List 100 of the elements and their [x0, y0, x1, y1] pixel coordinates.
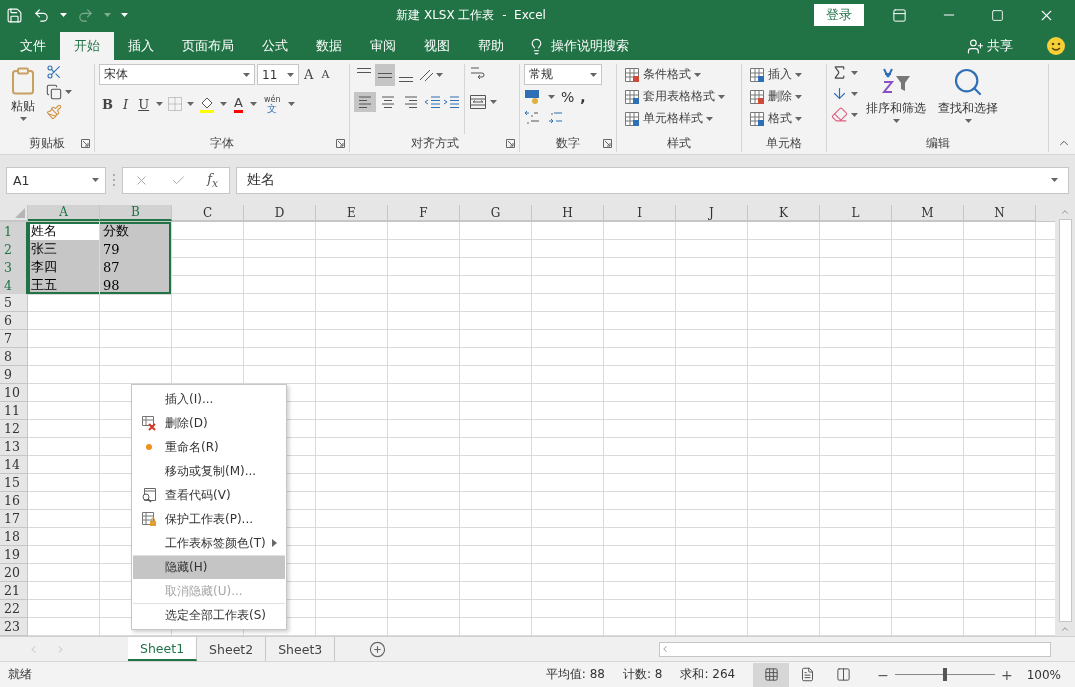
row-header[interactable]: 11 [0, 402, 28, 420]
menu-item[interactable]: 重命名(R) [133, 435, 285, 459]
align-button[interactable] [354, 92, 376, 112]
ribbon-tab[interactable]: 插入 [114, 32, 168, 60]
cells-button[interactable]: 插入 [746, 64, 805, 85]
menu-item[interactable]: 删除(D) [133, 411, 285, 435]
save-icon[interactable] [6, 6, 23, 24]
zoom-out-button[interactable]: − [871, 666, 895, 683]
find-select-button[interactable]: 查找和选择 [934, 64, 1002, 134]
column-header[interactable]: K [748, 205, 820, 221]
sort-filter-button[interactable]: 排序和筛选 [862, 64, 930, 134]
paste-button[interactable]: 粘贴 [4, 64, 42, 134]
sheet-tab[interactable]: Sheet1 [128, 637, 198, 661]
cells-button[interactable]: 删除 [746, 86, 805, 107]
row-header[interactable]: 21 [0, 582, 28, 600]
fill-bucket-icon[interactable] [198, 95, 217, 113]
name-box[interactable]: A1 [6, 166, 106, 194]
font-style-button[interactable]: U [135, 94, 153, 114]
column-header[interactable]: G [460, 205, 532, 221]
shrink-font-button[interactable]: A [318, 64, 333, 85]
row-header[interactable]: 14 [0, 456, 28, 474]
fill-down-icon[interactable] [831, 85, 848, 102]
row-header[interactable]: 6 [0, 312, 28, 330]
font-size-select[interactable]: 11 [257, 64, 299, 85]
align-button[interactable] [375, 64, 395, 86]
login-button[interactable]: 登录 [814, 4, 864, 26]
ribbon-tab[interactable]: 公式 [248, 32, 302, 60]
maximize-icon[interactable] [991, 8, 1004, 22]
horizontal-scrollbar[interactable] [659, 641, 1051, 657]
column-header[interactable]: L [820, 205, 892, 221]
drag-handle-icon[interactable] [112, 173, 116, 187]
ribbon-tab[interactable]: 页面布局 [168, 32, 248, 60]
row-header[interactable]: 22 [0, 600, 28, 618]
row-header[interactable]: 7 [0, 330, 28, 348]
column-header[interactable]: C [172, 205, 244, 221]
ribbon-tab[interactable]: 审阅 [356, 32, 410, 60]
scissors-icon[interactable] [46, 64, 62, 80]
ribbon-tab[interactable]: 数据 [302, 32, 356, 60]
row-header[interactable]: 23 [0, 618, 28, 636]
row-header[interactable]: 5 [0, 294, 28, 312]
style-button[interactable]: 单元格样式 [621, 108, 728, 129]
column-header[interactable]: E [316, 205, 388, 221]
number-format-select[interactable]: 常规 [524, 64, 602, 85]
row-header[interactable]: 10 [0, 384, 28, 402]
column-header[interactable]: J [676, 205, 748, 221]
formula-field[interactable]: 姓名 [236, 166, 1069, 194]
smiley-icon[interactable] [1047, 37, 1065, 55]
menu-item[interactable]: 查看代码(V) [133, 483, 285, 507]
launcher-icon[interactable] [81, 138, 90, 148]
normal-view-icon[interactable] [763, 667, 779, 682]
row-header[interactable]: 8 [0, 348, 28, 366]
indent-icon[interactable] [423, 94, 441, 110]
zoom-slider-thumb[interactable] [942, 668, 947, 681]
page-break-icon[interactable] [835, 667, 851, 682]
font-color-button[interactable]: A [231, 93, 246, 115]
column-header[interactable]: M [892, 205, 964, 221]
font-style-button[interactable]: B [99, 94, 116, 114]
view-button[interactable] [753, 662, 790, 687]
insert-function-button[interactable]: f$_{x}$ [207, 170, 219, 190]
ribbon-tab[interactable]: 文件 [6, 32, 60, 60]
row-header[interactable]: 15 [0, 474, 28, 492]
row-header[interactable]: 19 [0, 546, 28, 564]
person-icon[interactable] [967, 37, 984, 55]
page-layout-icon[interactable] [799, 667, 815, 682]
style-button[interactable]: 条件格式 [621, 64, 728, 85]
column-header[interactable]: A [28, 205, 100, 221]
ribbon-tab[interactable]: 视图 [410, 32, 464, 60]
menu-item[interactable]: 插入(I)... [133, 387, 285, 411]
indent-icon[interactable] [442, 94, 460, 110]
comma-button[interactable]: , [580, 89, 586, 105]
column-header[interactable]: B [100, 205, 172, 221]
row-header[interactable]: 16 [0, 492, 28, 510]
wrap-text-icon[interactable] [469, 64, 485, 82]
style-button[interactable]: 套用表格格式 [621, 86, 728, 107]
menu-item[interactable]: 隐藏(H) [133, 555, 285, 579]
font-style-button[interactable]: I [120, 94, 132, 114]
share-link[interactable]: 共享 [987, 37, 1013, 55]
paintbrush-icon[interactable] [46, 104, 62, 120]
redo-icon[interactable] [77, 6, 94, 24]
launcher-icon[interactable] [603, 138, 612, 148]
menu-item[interactable]: 保护工作表(P)... [133, 507, 285, 531]
font-name-select[interactable]: 宋体 [99, 64, 255, 85]
percent-button[interactable]: % [561, 89, 575, 105]
ribbon-tab[interactable]: 开始 [60, 32, 114, 60]
row-header[interactable]: 9 [0, 366, 28, 384]
eraser-icon[interactable] [831, 106, 848, 123]
row-header[interactable]: 17 [0, 510, 28, 528]
row-header[interactable]: 18 [0, 528, 28, 546]
zoom-in-button[interactable]: + [994, 666, 1019, 683]
row-header[interactable]: 13 [0, 438, 28, 456]
search-icon[interactable] [952, 66, 984, 98]
column-header[interactable]: F [388, 205, 460, 221]
column-header[interactable]: H [532, 205, 604, 221]
column-header[interactable]: N [964, 205, 1036, 221]
column-header[interactable]: I [604, 205, 676, 221]
launcher-icon[interactable] [506, 138, 515, 148]
launcher-icon[interactable] [336, 138, 345, 148]
menu-item[interactable]: 选定全部工作表(S) [133, 603, 285, 627]
zoom-level[interactable]: 100% [1026, 667, 1061, 682]
scrollbar-thumb[interactable] [1058, 219, 1072, 622]
